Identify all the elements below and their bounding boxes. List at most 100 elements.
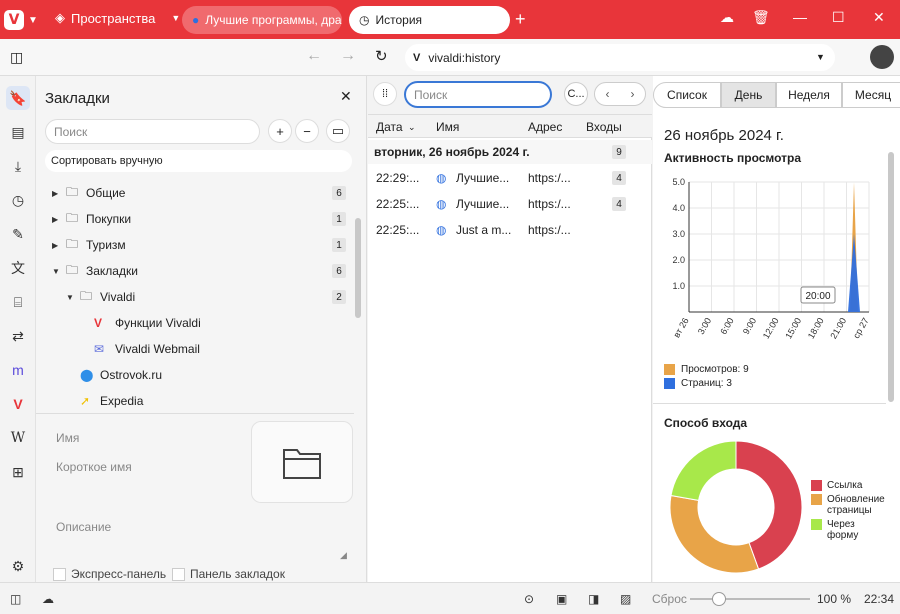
remove-bookmark-button[interactable]: − <box>295 119 319 143</box>
tab-history[interactable]: ◷ История <box>349 6 510 34</box>
list-item[interactable]: ▶ 🗀 Туризм 1 <box>36 232 354 258</box>
item-label: Ostrovok.ru <box>100 368 163 382</box>
name-field[interactable]: Имя <box>56 431 79 445</box>
chevron-down-icon[interactable]: ▼ <box>66 293 74 302</box>
chevron-right-icon[interactable]: ▶ <box>52 241 58 250</box>
nickname-field[interactable]: Короткое имя <box>56 460 132 474</box>
capture-icon[interactable]: ⊙ <box>524 592 534 606</box>
list-item[interactable]: ▼ 🗀 Vivaldi 2 <box>36 284 354 310</box>
grid-icon[interactable]: ⁞⁞ <box>373 82 397 106</box>
tile-icon[interactable]: ▣ <box>556 592 567 606</box>
sort-desc-icon[interactable]: ⌄ <box>408 122 416 133</box>
address-toolbar: ◫ ← → ↻ V vivaldi:history ▼ <box>0 39 900 76</box>
thumbnail-box[interactable] <box>251 421 353 503</box>
list-item[interactable]: V Функции Vivaldi <box>36 310 354 336</box>
notes-icon[interactable]: ✎ <box>6 222 30 246</box>
resize-handle-icon[interactable]: ◢ <box>340 550 347 561</box>
cloud-icon[interactable]: ☁ <box>720 9 734 26</box>
bookmark-bar-checkbox[interactable]: Панель закладок <box>172 567 285 581</box>
sync-icon[interactable]: ⇄ <box>6 324 30 348</box>
sort-dropdown[interactable]: Сортировать вручную <box>45 150 352 172</box>
profile-avatar[interactable] <box>870 45 894 69</box>
tab-list[interactable]: Список <box>653 82 721 108</box>
table-row[interactable]: 22:29:... ◍ Лучшие... https:/... 4 <box>368 165 652 191</box>
x-tick-label: 9:00 <box>741 316 758 336</box>
download-icon[interactable]: ⤓ <box>6 154 30 178</box>
series-area <box>848 234 860 312</box>
item-label: Туризм <box>86 238 126 252</box>
window-panel-icon[interactable]: ⌸ <box>6 290 30 314</box>
list-item[interactable]: ✉ Vivaldi Webmail <box>36 336 354 362</box>
list-item[interactable]: ➚ Expedia <box>36 388 354 414</box>
col-name[interactable]: Имя <box>436 120 459 134</box>
stats-scrollbar[interactable] <box>886 152 896 502</box>
cloud-icon[interactable]: ☁ <box>42 592 54 606</box>
list-item[interactable]: ⬤ Ostrovok.ru <box>36 362 354 388</box>
tab-week[interactable]: Неделя <box>776 82 842 108</box>
chevron-right-icon[interactable]: › <box>631 87 635 101</box>
checkbox-box[interactable] <box>53 567 66 581</box>
y-tick-label: 5.0 <box>672 177 685 187</box>
translate-icon[interactable]: 文 <box>6 256 30 280</box>
list-item[interactable]: ▶ 🗀 Покупки 1 <box>36 206 354 232</box>
reset-zoom-button[interactable]: Сброс <box>652 592 687 606</box>
close-icon[interactable]: ✕ <box>340 88 352 105</box>
col-visits[interactable]: Входы <box>586 120 622 134</box>
col-address[interactable]: Адрес <box>528 120 562 134</box>
new-tab-button[interactable]: + <box>515 9 526 30</box>
add-bookmark-button[interactable]: + <box>268 119 292 143</box>
add-panel-icon[interactable]: ⊞ <box>6 460 30 484</box>
chevron-down-icon[interactable]: ▼ <box>816 52 825 62</box>
spaces-icon: ◈ <box>55 10 65 25</box>
maximize-button[interactable]: ☐ <box>832 9 845 26</box>
close-window-button[interactable]: ✕ <box>873 9 885 26</box>
chevron-right-icon[interactable]: ▶ <box>52 189 58 198</box>
history-search-input[interactable]: Поиск <box>404 81 552 108</box>
vivaldi-icon[interactable]: V <box>6 392 30 416</box>
chevron-right-icon[interactable]: ▶ <box>52 215 58 224</box>
spaces-button[interactable]: ◈ Пространства ▼ <box>55 10 180 26</box>
folder-icon: 🗀 <box>80 288 93 303</box>
description-field[interactable]: Описание <box>56 520 111 534</box>
panel-scrollbar[interactable] <box>354 178 362 408</box>
col-date[interactable]: Дата <box>376 120 403 134</box>
y-tick-label: 3.0 <box>672 229 685 239</box>
back-button[interactable]: ← <box>306 47 322 65</box>
day-group-row[interactable]: вторник, 26 ноябрь 2024 г. 9 <box>368 140 652 164</box>
table-row[interactable]: 22:25:... ◍ Just a m... https:/... <box>368 217 652 243</box>
new-folder-button[interactable]: ▭ <box>326 119 350 143</box>
forward-button[interactable]: → <box>340 47 356 65</box>
trash-icon[interactable]: 🗑 <box>752 9 770 26</box>
row-address: https:/... <box>528 197 571 211</box>
reload-button[interactable]: ↻ <box>375 47 388 65</box>
chevron-left-icon[interactable]: ‹ <box>606 87 610 101</box>
zoom-slider[interactable] <box>690 592 810 606</box>
mastodon-icon[interactable]: m <box>6 358 30 382</box>
list-item[interactable]: ▼ 🗀 Закладки 6 <box>36 258 354 284</box>
minimize-button[interactable]: — <box>793 9 807 25</box>
settings-icon[interactable]: ⚙ <box>6 554 30 578</box>
address-field[interactable]: V vivaldi:history <box>405 44 835 71</box>
chevron-down-icon[interactable]: ▼ <box>52 267 60 276</box>
reading-list-icon[interactable]: ▤ <box>6 120 30 144</box>
page-actions-icon[interactable]: ◨ <box>588 592 599 606</box>
checkbox-box[interactable] <box>172 567 185 581</box>
bookmark-icon[interactable]: 🔖 <box>6 86 30 110</box>
tab-month[interactable]: Месяц <box>842 82 900 108</box>
tab-programs[interactable]: ● Лучшие программы, драй <box>182 6 342 34</box>
table-row[interactable]: 22:25:... ◍ Лучшие... https:/... 4 <box>368 191 652 217</box>
history-icon[interactable]: ◷ <box>6 188 30 212</box>
bookmark-search-input[interactable]: Поиск <box>45 119 260 144</box>
table-header: Дата ⌄ Имя Адрес Входы <box>368 114 652 138</box>
tab-day[interactable]: День <box>721 82 776 108</box>
c-button[interactable]: С... <box>564 82 588 106</box>
vivaldi-menu-button[interactable]: V ▼ <box>4 8 44 32</box>
image-icon[interactable]: ▨ <box>620 592 631 606</box>
wikipedia-icon[interactable]: W <box>6 426 30 450</box>
list-item[interactable]: ▶ 🗀 Общие 6 <box>36 180 354 206</box>
row-name: Лучшие... <box>456 197 510 211</box>
panel-toggle-icon[interactable]: ◫ <box>10 49 23 66</box>
panel-toggle-icon[interactable]: ◫ <box>10 592 21 606</box>
zoom-slider-thumb[interactable] <box>712 592 726 606</box>
speed-dial-checkbox[interactable]: Экспресс-панель <box>53 567 166 581</box>
